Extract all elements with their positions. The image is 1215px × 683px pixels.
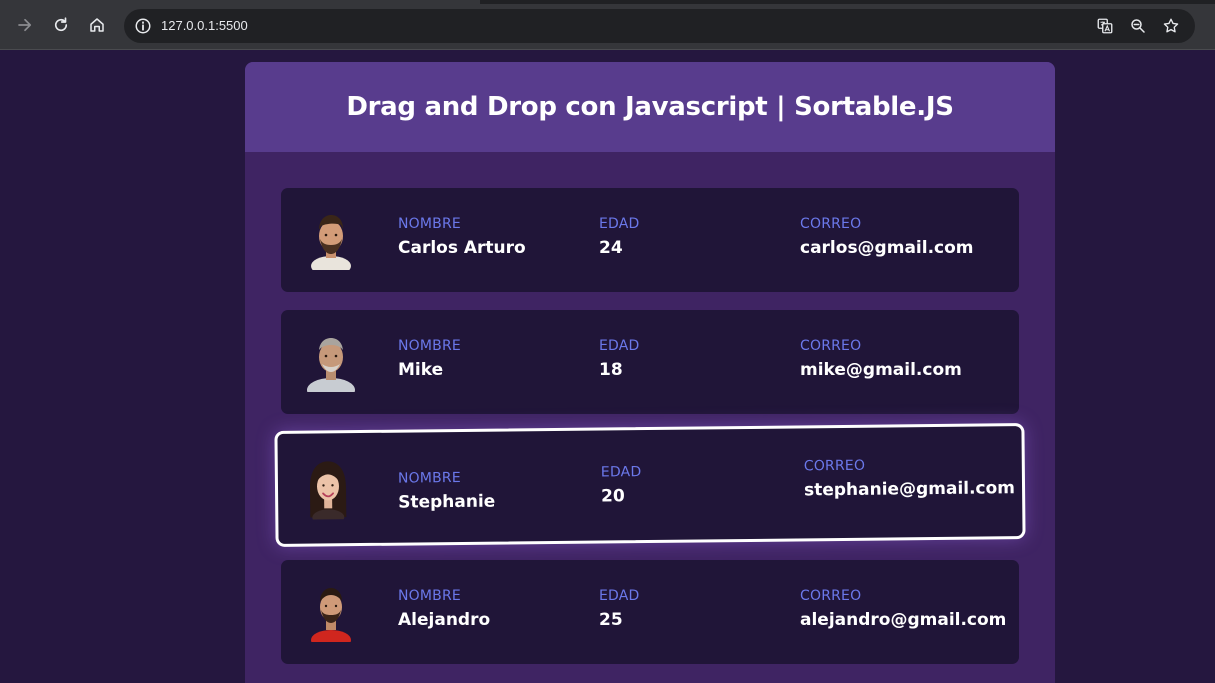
name-value: Stephanie (398, 491, 496, 513)
name-value: Alejandro (398, 610, 491, 630)
name-label: NOMBRE (397, 469, 461, 487)
avatar (305, 580, 357, 650)
user-card-stephanie-dragging[interactable]: NOMBRE Stephanie EDAD 20 CORREO stephani… (274, 423, 1026, 547)
avatar-stephanie-image (310, 461, 347, 526)
user-card-alejandro[interactable]: NOMBRE Alejandro EDAD 25 CORREO alejandr… (281, 560, 1019, 664)
bookmark-star-icon (1163, 18, 1179, 33)
name-value: Carlos Arturo (398, 238, 526, 258)
browser-toolbar: 127.0.0.1:5500 (0, 0, 1215, 50)
age-field: EDAD 20 (601, 464, 642, 506)
email-value: stephanie@gmail.com (803, 478, 1016, 501)
panel-header: Drag and Drop con Javascript | Sortable.… (245, 62, 1055, 152)
age-field: EDAD 24 (599, 216, 640, 258)
address-bar[interactable]: 127.0.0.1:5500 (124, 9, 1195, 43)
email-label: CORREO (800, 216, 862, 232)
forward-button[interactable] (12, 12, 38, 38)
email-field: CORREO stephanie@gmail.com (803, 456, 1016, 501)
email-label: CORREO (800, 338, 862, 354)
email-value: mike@gmail.com (800, 360, 962, 380)
avatar (305, 208, 357, 276)
age-value: 18 (599, 360, 623, 380)
age-label: EDAD (599, 588, 640, 604)
email-label: CORREO (800, 588, 862, 604)
avatar (302, 457, 355, 526)
age-value: 25 (599, 610, 623, 630)
age-label: EDAD (599, 338, 640, 354)
translate-icon (1097, 18, 1113, 34)
reload-button[interactable] (48, 12, 74, 38)
name-field: NOMBRE Carlos Arturo (398, 216, 526, 258)
tab-strip (0, 0, 1215, 4)
age-field: EDAD 25 (599, 588, 640, 630)
name-field: NOMBRE Mike (398, 338, 461, 380)
url-text[interactable]: 127.0.0.1:5500 (161, 18, 248, 33)
sortable-panel: Drag and Drop con Javascript | Sortable.… (245, 62, 1055, 683)
avatar-alejandro-image (311, 588, 351, 650)
user-card-carlos[interactable]: NOMBRE Carlos Arturo EDAD 24 CORREO carl… (281, 188, 1019, 292)
zoom-button[interactable] (1129, 17, 1147, 35)
bookmark-button[interactable] (1162, 17, 1180, 35)
age-label: EDAD (599, 216, 640, 232)
age-value: 24 (599, 238, 623, 258)
home-button[interactable] (84, 12, 110, 38)
email-field: CORREO alejandro@gmail.com (800, 588, 1006, 630)
user-card-mike[interactable]: NOMBRE Mike EDAD 18 CORREO mike@gmail.co… (281, 310, 1019, 414)
info-icon[interactable] (134, 17, 152, 35)
page-title: Drag and Drop con Javascript | Sortable.… (346, 92, 954, 122)
home-icon (90, 18, 104, 32)
name-label: NOMBRE (398, 588, 461, 604)
name-label: NOMBRE (398, 216, 461, 232)
name-field: NOMBRE Alejandro (398, 588, 490, 630)
avatar (305, 330, 357, 402)
name-value: Mike (398, 360, 444, 380)
name-field: NOMBRE Stephanie (398, 470, 496, 513)
age-value: 20 (601, 486, 625, 507)
avatar-mike-image (307, 338, 355, 402)
email-label: CORREO (803, 457, 866, 475)
reload-icon (54, 17, 68, 32)
email-field: CORREO carlos@gmail.com (800, 216, 974, 258)
avatar-carlos-image (311, 215, 351, 276)
email-value: alejandro@gmail.com (800, 610, 1007, 630)
zoom-icon (1131, 19, 1145, 33)
name-label: NOMBRE (398, 338, 461, 354)
active-tab-edge (0, 0, 480, 4)
age-field: EDAD 18 (599, 338, 640, 380)
age-label: EDAD (600, 464, 642, 481)
email-value: carlos@gmail.com (800, 238, 974, 258)
translate-button[interactable] (1096, 17, 1114, 35)
forward-icon (18, 18, 32, 32)
email-field: CORREO mike@gmail.com (800, 338, 962, 380)
